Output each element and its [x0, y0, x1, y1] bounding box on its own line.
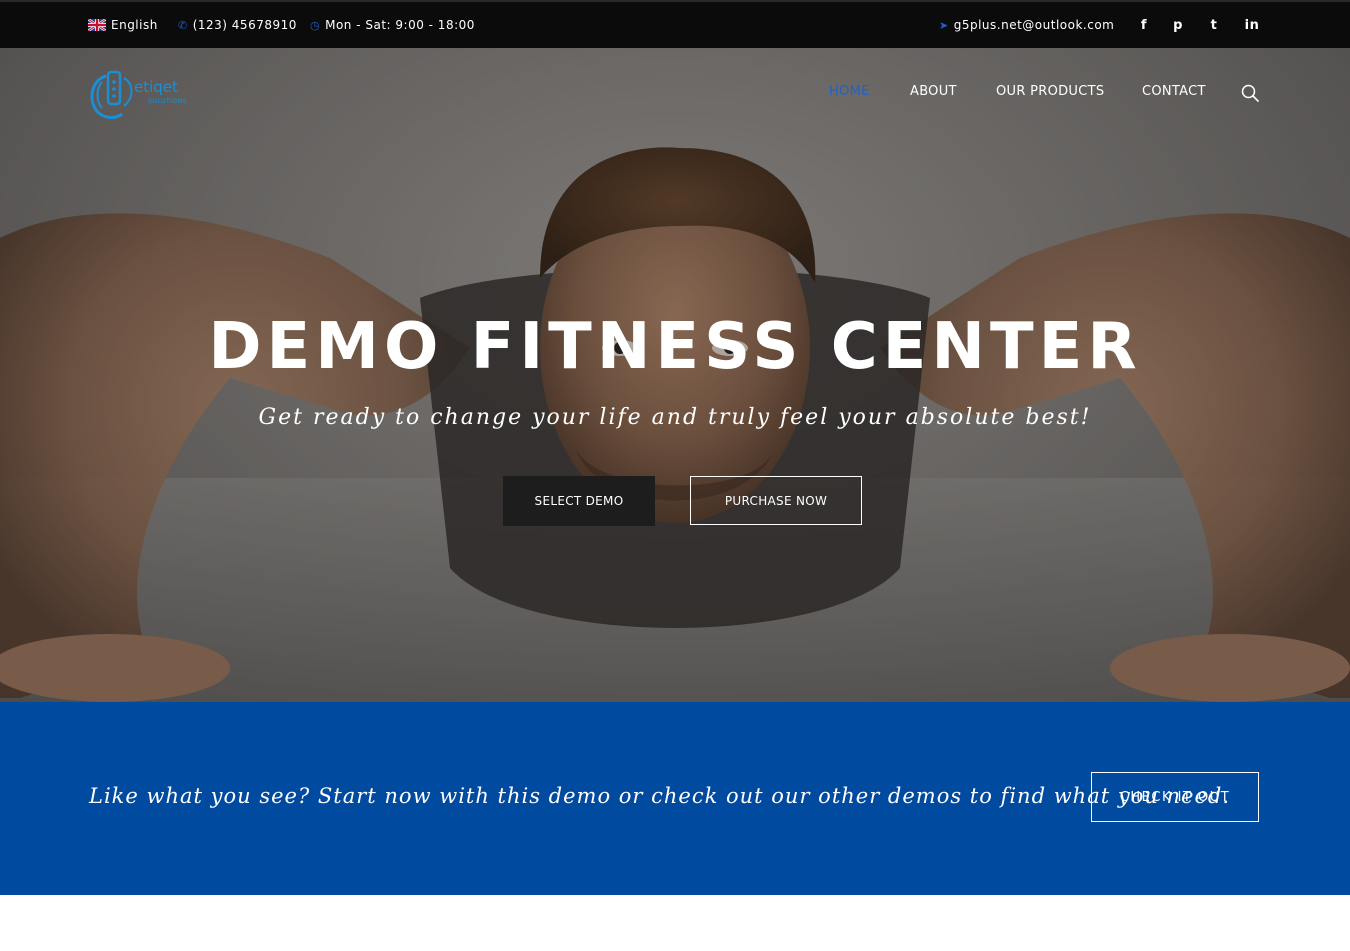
hero-title: DEMO FITNESS CENTER [208, 310, 1142, 384]
facebook-icon[interactable]: f [1135, 2, 1153, 48]
hero-subtitle: Get ready to change your life and truly … [258, 405, 1092, 430]
phone-number: (123) 45678910 [192, 18, 297, 32]
phone-icon: ✆ [178, 18, 188, 32]
twitter-icon[interactable]: t [1205, 2, 1223, 48]
hero-section: etiqet SOLUTIONS HOME ABOUT OUR PRODUCTS… [0, 48, 1350, 702]
linkedin-icon[interactable]: in [1243, 2, 1261, 48]
logo-name: etiqet [134, 78, 178, 96]
uk-flag-icon [87, 18, 107, 32]
cta-section: Like what you see? Start now with this d… [0, 702, 1350, 895]
select-demo-button[interactable]: SELECT DEMO [503, 476, 655, 526]
clock-icon: ◷ [310, 18, 321, 32]
email-info[interactable]: ➤ g5plus.net@outlook.com [939, 2, 1114, 48]
nav-about[interactable]: ABOUT [910, 84, 957, 99]
email-address[interactable]: g5plus.net@outlook.com [954, 18, 1115, 32]
opening-hours: Mon - Sat: 9:00 - 18:00 [325, 18, 475, 32]
cta-text: Like what you see? Start now with this d… [89, 784, 1231, 808]
search-icon[interactable] [1241, 84, 1259, 102]
language-selector[interactable]: English [87, 2, 158, 48]
site-logo[interactable]: etiqet SOLUTIONS [88, 68, 192, 120]
nav-home[interactable]: HOME [829, 84, 870, 99]
purchase-now-button[interactable]: PURCHASE NOW [690, 476, 862, 525]
phone-info: ✆ (123) 45678910 [178, 2, 297, 48]
nav-our-products[interactable]: OUR PRODUCTS [996, 84, 1104, 99]
paper-plane-icon: ➤ [939, 18, 949, 32]
pinterest-icon[interactable]: p [1169, 2, 1187, 48]
logo-tagline: SOLUTIONS [148, 98, 187, 105]
hours-info: ◷ Mon - Sat: 9:00 - 18:00 [310, 2, 475, 48]
top-bar: English ✆ (123) 45678910 ◷ Mon - Sat: 9:… [0, 0, 1350, 48]
check-it-out-button[interactable]: CHECK IT OUT [1091, 772, 1259, 822]
nav-contact[interactable]: CONTACT [1142, 84, 1206, 99]
language-label: English [111, 18, 158, 32]
